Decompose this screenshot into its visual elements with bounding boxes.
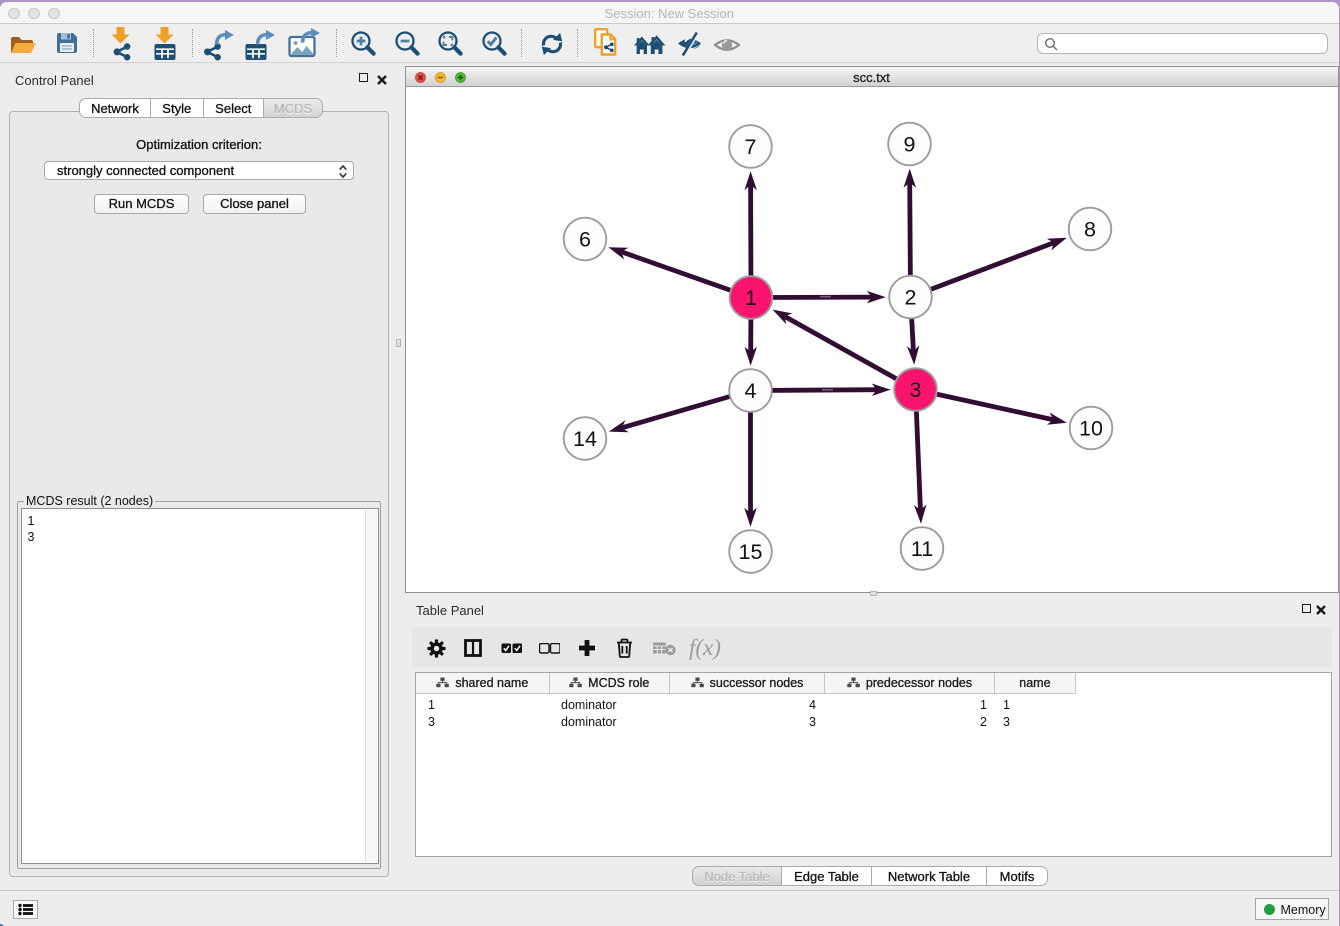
svg-text:11: 11 xyxy=(910,537,932,561)
svg-text:3: 3 xyxy=(909,378,921,402)
svg-text:8: 8 xyxy=(1084,218,1096,242)
svg-text:1: 1 xyxy=(745,286,757,310)
svg-text:7: 7 xyxy=(744,135,756,159)
svg-text:6: 6 xyxy=(579,228,591,252)
svg-text:15: 15 xyxy=(738,540,762,564)
svg-text:10: 10 xyxy=(1079,417,1103,441)
svg-text:14: 14 xyxy=(573,427,597,451)
svg-text:4: 4 xyxy=(744,379,756,403)
svg-text:2: 2 xyxy=(904,286,916,310)
svg-text:9: 9 xyxy=(903,133,915,157)
